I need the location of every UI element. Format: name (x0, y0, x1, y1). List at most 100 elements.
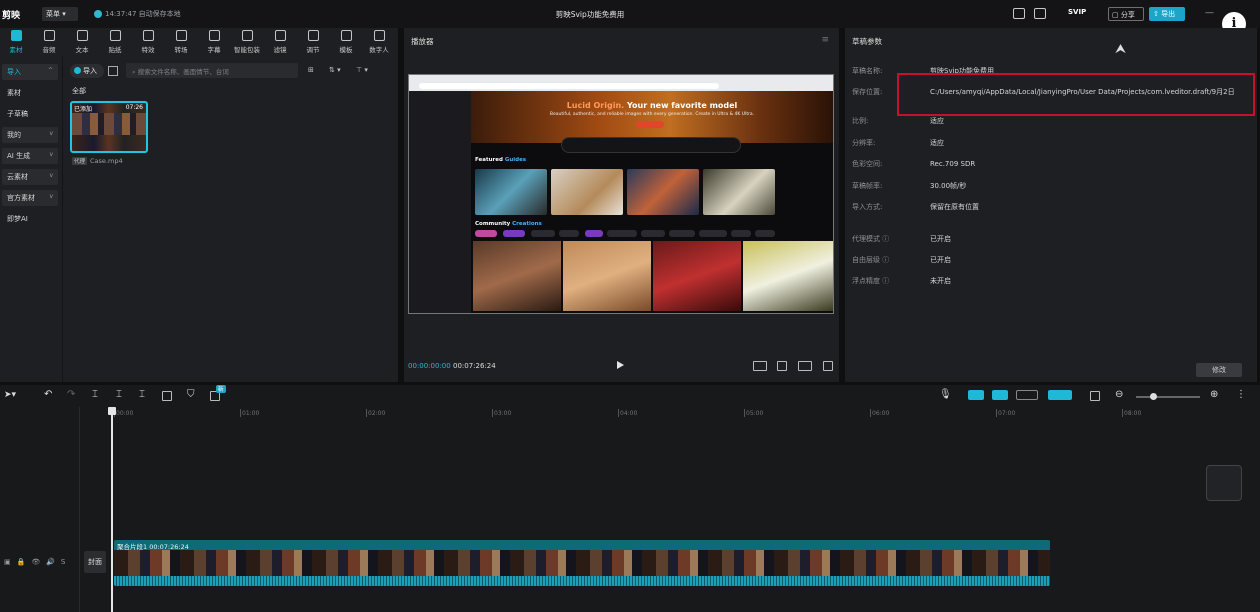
export-label: 导出 (1161, 10, 1176, 18)
delete-icon[interactable] (162, 391, 172, 401)
tool-tab-6[interactable]: 字幕 (198, 30, 230, 54)
divider (62, 56, 63, 382)
undo-icon[interactable]: ↶ (44, 389, 52, 400)
sidebar-item-label: AI 生成 (7, 152, 31, 160)
new-badge: 新 (216, 385, 226, 393)
link-toggle-icon[interactable] (968, 390, 984, 400)
linkage-icon[interactable] (1048, 390, 1072, 400)
video-preview[interactable]: Lucid Origin. Your new favorite model Be… (408, 74, 834, 314)
ruler-tick: 00:00 (113, 409, 134, 417)
screen-icon[interactable] (1090, 391, 1100, 401)
clip-duration: 07:26 (125, 104, 143, 111)
ruler-tick: 02:00 (365, 409, 386, 417)
tool-tab-9[interactable]: 调节 (297, 30, 329, 54)
tool-tab-label: 音频 (42, 46, 56, 54)
track-controls[interactable]: ▣🔒👁🔊S (4, 558, 71, 566)
ratio-icon[interactable] (798, 361, 812, 371)
grid-view-icon[interactable] (108, 66, 118, 76)
time-ruler[interactable]: 00:00 01:00 02:00 03:00 04:00 05:00 06:00 07:00… (112, 407, 1260, 421)
tool-tab-10[interactable]: 模板 (330, 30, 362, 54)
sidebar-item-label: 子草稿 (7, 110, 28, 118)
play-icon[interactable] (617, 361, 624, 369)
ruler-tick: 07:00 (995, 409, 1016, 417)
player-menu-icon[interactable]: ≡ (821, 35, 829, 45)
tool-tab-1[interactable]: 音频 (33, 30, 65, 54)
tool-tab-0[interactable]: 素材 (0, 30, 32, 54)
audio-waveform (114, 576, 1050, 586)
timeline-toolbar: ➤▾ ↶ ↷ ⌶ ⌶ ⌶ ⛉ 新 🎙 ⊖ ⊕ ⋮ (0, 385, 1260, 407)
sidebar-item-5[interactable]: 云素材 v (2, 169, 58, 185)
split-right-icon[interactable]: ⌶ (139, 389, 145, 400)
sidebar-item-label: 即梦AI (7, 215, 28, 223)
tool-tab-3[interactable]: 贴纸 (99, 30, 131, 54)
minimize-icon[interactable]: — (1205, 8, 1214, 18)
guide-card (703, 169, 775, 215)
tool-tab-8[interactable]: 滤镜 (264, 30, 296, 54)
search-input[interactable]: ⌕ 搜索文件名称、画面情节、台词 (126, 63, 298, 78)
save-status: 14:37:47 自动保存本地 (94, 9, 181, 19)
prop-key: 分辨率: (852, 139, 876, 147)
tool-tab-11[interactable]: 数字人 (363, 30, 395, 54)
player-title: 播放器 (411, 37, 434, 46)
zoom-out-icon[interactable]: ⊖ (1115, 389, 1123, 400)
sidebar-item-1[interactable]: 素材 (2, 85, 58, 101)
select-tool-icon[interactable]: ➤▾ (4, 390, 16, 400)
sidebar-item-4[interactable]: AI 生成 v (2, 148, 58, 164)
filter-icon[interactable]: ⊤ ▾ (356, 66, 368, 74)
zoom-slider[interactable] (1136, 393, 1200, 400)
main-track-clip[interactable]: 聚合片段1 00:07:26:24 (114, 540, 1050, 586)
media-filename: 代理 Case.mp4 (72, 157, 123, 165)
snap-toggle-icon[interactable] (992, 390, 1008, 400)
edit-button[interactable]: 修改 (1196, 363, 1242, 377)
tool-tab-4[interactable]: 特效 (132, 30, 164, 54)
sort-icon[interactable]: ⇅ ▾ (329, 66, 341, 74)
import-button[interactable]: 导入 (70, 64, 104, 78)
guide-card (627, 169, 699, 215)
filter-icon (274, 30, 286, 41)
sidebar-item-0[interactable]: 导入 ^ (2, 64, 58, 80)
tool-tab-7[interactable]: 智能包装 (231, 30, 263, 54)
svip-badge[interactable]: SVIP (1068, 8, 1086, 16)
exit-fullscreen-icon[interactable] (1206, 465, 1242, 501)
mic-icon[interactable]: 🎙 (939, 389, 952, 400)
zoom-in-icon[interactable]: ⊕ (1210, 389, 1218, 400)
split-left-icon[interactable]: ⌶ (116, 389, 122, 400)
prop-key: 浮点精度 ⓘ (852, 277, 890, 285)
media-thumbnail[interactable]: 已添加 07:26 (70, 101, 148, 153)
sidebar-item-7[interactable]: 即梦AI (2, 211, 58, 227)
current-timecode: 00:00:00:00 (408, 362, 451, 370)
guide-card (475, 169, 547, 215)
tool-tab-2[interactable]: 文本 (66, 30, 98, 54)
share-button[interactable]: ▢ 分享 (1108, 7, 1144, 21)
layout-icon[interactable] (1034, 8, 1046, 19)
avatar-icon (373, 30, 385, 41)
fullscreen-icon[interactable] (823, 361, 833, 371)
zoom-slider-knob[interactable] (1150, 393, 1157, 400)
export-button[interactable]: ⇧ 导出 (1149, 7, 1185, 21)
quality-icon[interactable] (753, 361, 767, 371)
more-icon[interactable]: ⋮ (1236, 389, 1246, 400)
shield-icon[interactable]: ⛉ (187, 389, 195, 400)
filter-chip (475, 230, 497, 237)
ruler-tick: 08:00 (1121, 409, 1142, 417)
sidebar-item-2[interactable]: 子草稿 (2, 106, 58, 122)
prop-key: 草稿帧率: (852, 182, 883, 190)
shortcut-icon[interactable] (1013, 8, 1025, 19)
sidebar-item-6[interactable]: 官方素材 v (2, 190, 58, 206)
preview-axis-icon[interactable] (1016, 390, 1038, 400)
cover-button[interactable]: 封面 (84, 551, 106, 573)
filter-chip (559, 230, 579, 237)
save-status-text: 14:37:47 自动保存本地 (105, 10, 181, 18)
redo-icon[interactable]: ↷ (67, 389, 75, 400)
split-icon[interactable]: ⌶ (92, 389, 98, 400)
sidebar-item-label: 素材 (7, 89, 21, 97)
tool-tab-5[interactable]: 转场 (165, 30, 197, 54)
menu-button[interactable]: 菜单 ▾ (42, 7, 78, 21)
view-toggle-icon[interactable]: ⊞ (308, 66, 314, 74)
sidebar-item-3[interactable]: 我的 v (2, 127, 58, 143)
crop-icon[interactable] (777, 361, 787, 371)
tool-tab-label: 滤镜 (273, 46, 287, 54)
tool-tab-label: 贴纸 (108, 46, 122, 54)
filter-chip (755, 230, 775, 237)
playhead[interactable] (108, 407, 116, 612)
